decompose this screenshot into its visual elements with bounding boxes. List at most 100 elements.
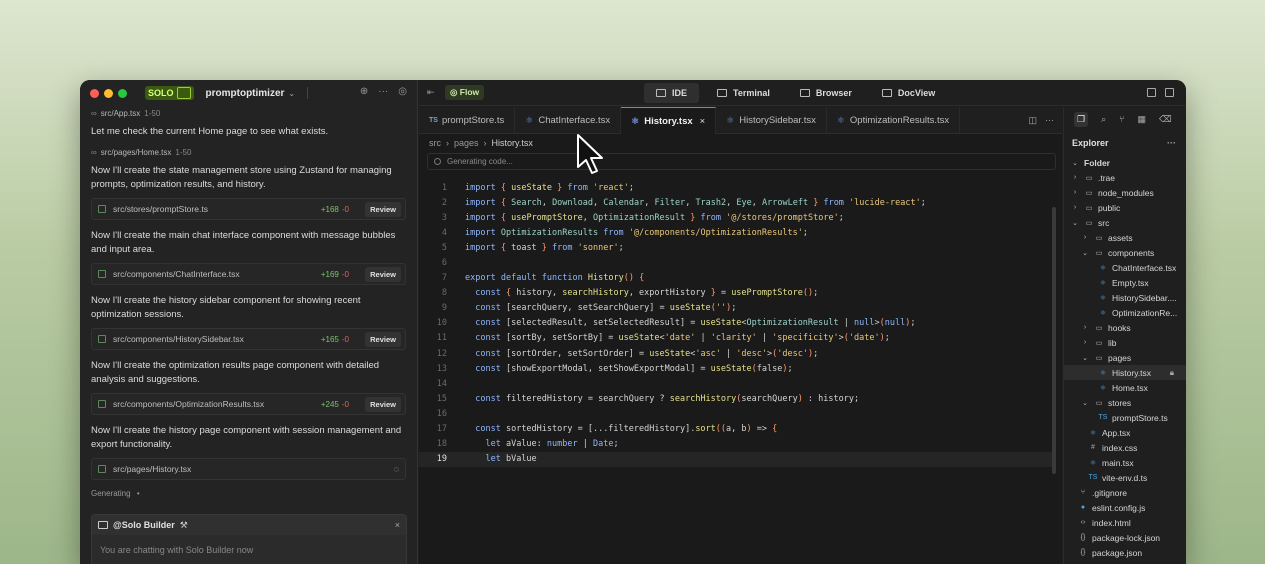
tree-file[interactable]: ⚛ Home.tsx [1064,380,1186,395]
tree-file[interactable]: ⚛ History.tsx 🔒︎ [1064,365,1186,380]
files-icon[interactable]: ❐ [1074,111,1089,127]
tree-folder[interactable]: › ▭ .trae [1064,170,1186,185]
mode-tab-terminal[interactable]: Terminal [705,83,782,103]
code-line[interactable]: 6 [419,255,1055,270]
tree-file[interactable]: ⚛ HistorySidebar.... [1064,290,1186,305]
tree-folder[interactable]: › ▭ hooks [1064,320,1186,335]
code-line[interactable]: 10 const [selectedResult, setSelectedRes… [419,316,1055,331]
code-line[interactable]: 11 const [sortBy, setSortBy] = useState<… [419,331,1055,346]
code-line[interactable]: 12 const [sortOrder, setSortOrder] = use… [419,346,1055,361]
tree-file[interactable]: ⚛ App.tsx [1064,425,1186,440]
layout-icon[interactable] [1165,88,1174,97]
code-line[interactable]: 16 [419,406,1055,421]
tree-folder[interactable]: ⌄ ▭ src [1064,215,1186,230]
chevron-down-icon[interactable]: ⌄ [288,89,295,98]
mode-tab-browser[interactable]: Browser [788,83,864,103]
code-lines[interactable]: 1 import { useState } from 'react'; 2 impor… [419,180,1055,467]
tree-file[interactable]: {} package.json [1064,545,1186,560]
breadcrumb-item[interactable]: pages [454,138,479,148]
code-line[interactable]: 1 import { useState } from 'react'; [419,180,1055,195]
editor-tab[interactable]: ⚛ OptimizationResults.tsx [827,107,961,134]
settings-icon[interactable]: ◎ [398,86,407,97]
project-selector[interactable]: promptoptimizer [206,88,285,99]
git-branch-icon[interactable]: ⑂ [1119,114,1124,124]
close-tab-icon[interactable]: × [700,116,706,127]
code-line[interactable]: 13 const [showExportModal, setShowExport… [419,361,1055,376]
tree-root[interactable]: ⌄ Folder [1064,155,1186,170]
mode-tab-docview[interactable]: DocView [870,83,947,103]
code-line[interactable]: 8 const { history, searchHistory, export… [419,286,1055,301]
more-icon[interactable]: ··· [1167,138,1176,148]
editor-tab[interactable]: ⚛ History.tsx × [621,107,717,134]
code-text: const [showExportModal, setShowExportMod… [475,363,793,374]
code-line[interactable]: 9 const [searchQuery, setSearchQuery] = … [419,301,1055,316]
tree-folder[interactable]: ⌄ ▭ pages [1064,350,1186,365]
tree-file[interactable]: TS vite-env.d.ts [1064,470,1186,485]
tree-file[interactable]: ⑂ .gitignore [1064,485,1186,500]
code-line[interactable]: 14 [419,376,1055,391]
tree-file[interactable]: ⚛ ChatInterface.tsx [1064,260,1186,275]
editor-scrollbar[interactable] [1052,207,1056,474]
file-reference[interactable]: ∞ src/pages/Home.tsx 1-50 [91,145,406,159]
tree-folder[interactable]: ⌄ ▭ stores [1064,395,1186,410]
code-line[interactable]: 17 const sortedHistory = [...filteredHis… [419,422,1055,437]
split-editor-icon[interactable]: ◫ [1028,115,1037,126]
tree-file[interactable]: ‹› index.html [1064,515,1186,530]
collapse-sidebar-icon[interactable]: ⇤ [427,87,435,98]
review-button[interactable]: Review [365,201,401,217]
toggle-panel-icon[interactable] [1147,88,1156,97]
tree-folder[interactable]: › ▭ node_modules [1064,185,1186,200]
file-change-card[interactable]: src/stores/promptStore.ts +168 -0 Review [91,198,406,220]
close-window-button[interactable] [90,88,99,98]
tree-file[interactable]: ⚛ OptimizationRe... [1064,305,1186,320]
search-icon[interactable]: ⌕ [1101,114,1106,125]
solo-badge[interactable]: SOLO [145,86,194,100]
editor-tab[interactable]: ⚛ HistorySidebar.tsx [716,107,827,134]
code-line[interactable]: 2 import { Search, Download, Calendar, Fi… [419,195,1055,210]
extensions-icon[interactable]: ▦ [1138,114,1147,125]
code-line[interactable]: 3 import { usePromptStore, OptimizationRe… [419,210,1055,225]
review-button[interactable]: Review [365,266,401,282]
tree-folder[interactable]: › ▭ lib [1064,335,1186,350]
tree-file[interactable]: ⚛ main.tsx [1064,455,1186,470]
file-change-card[interactable]: src/components/OptimizationResults.tsx +2… [91,393,406,415]
tree-file[interactable]: ⚛ Empty.tsx [1064,275,1186,290]
solo-builder-input[interactable]: @Solo Builder ⚒ × You are chatting with … [91,514,407,564]
tree-folder[interactable]: › ▭ assets [1064,230,1186,245]
trash-icon[interactable]: ⌫ [1159,114,1172,125]
tree-folder[interactable]: ⌄ ▭ components [1064,245,1186,260]
file-change-card[interactable]: src/components/HistorySidebar.tsx +165 -0 R… [91,328,406,350]
chat-input-placeholder[interactable]: You are chatting with Solo Builder now [92,535,406,564]
file-reference[interactable]: ∞ src/App.tsx 1-50 [91,106,406,120]
editor-tab-label: HistorySidebar.tsx [739,115,816,126]
close-icon[interactable]: × [395,520,400,530]
breadcrumb-item[interactable]: src [429,138,441,148]
editor-tab[interactable]: ⚛ ChatInterface.tsx [515,107,622,134]
editor-tabs: TS promptStore.ts ⚛ ChatInterface.tsx ⚛ Histo… [419,107,1062,134]
tree-file[interactable]: # index.css [1064,440,1186,455]
breadcrumb-item[interactable]: History.tsx [492,138,533,148]
code-line[interactable]: 15 const filteredHistory = searchQuery ?… [419,391,1055,406]
new-chat-icon[interactable]: ⊕ [360,86,368,97]
review-button[interactable]: Review [365,396,401,412]
tree-file[interactable]: ● eslint.config.js [1064,500,1186,515]
editor-tab[interactable]: TS promptStore.ts [419,107,516,134]
tree-folder[interactable]: › ▭ public [1064,200,1186,215]
code-line[interactable]: 7 export default function History() { [419,271,1055,286]
code-line[interactable]: 18 let aValue: number | Date; [419,437,1055,452]
code-line[interactable]: 4 import OptimizationResults from '@/comp… [419,225,1055,240]
code-line[interactable]: 19 let bValue [419,451,1055,467]
file-change-card[interactable]: src/pages/History.tsx ◌ [91,458,406,480]
maximize-window-button[interactable] [118,88,127,98]
mode-tab-ide[interactable]: IDE [644,83,700,103]
code-line[interactable]: 5 import { toast } from 'sonner'; [419,240,1055,255]
more-icon[interactable]: ··· [1045,115,1054,126]
review-button[interactable]: Review [365,331,401,347]
file-change-card[interactable]: src/components/ChatInterface.tsx +169 -0 Re… [91,263,406,285]
more-icon[interactable]: ··· [378,86,388,97]
minimize-window-button[interactable] [104,88,113,98]
tree-file[interactable]: {} package-lock.json [1064,530,1186,545]
tree-file[interactable]: TS promptStore.ts [1064,410,1186,425]
file-reference-path: src/pages/Home.tsx [100,147,172,157]
flow-button[interactable]: ◎ Flow [445,85,485,100]
